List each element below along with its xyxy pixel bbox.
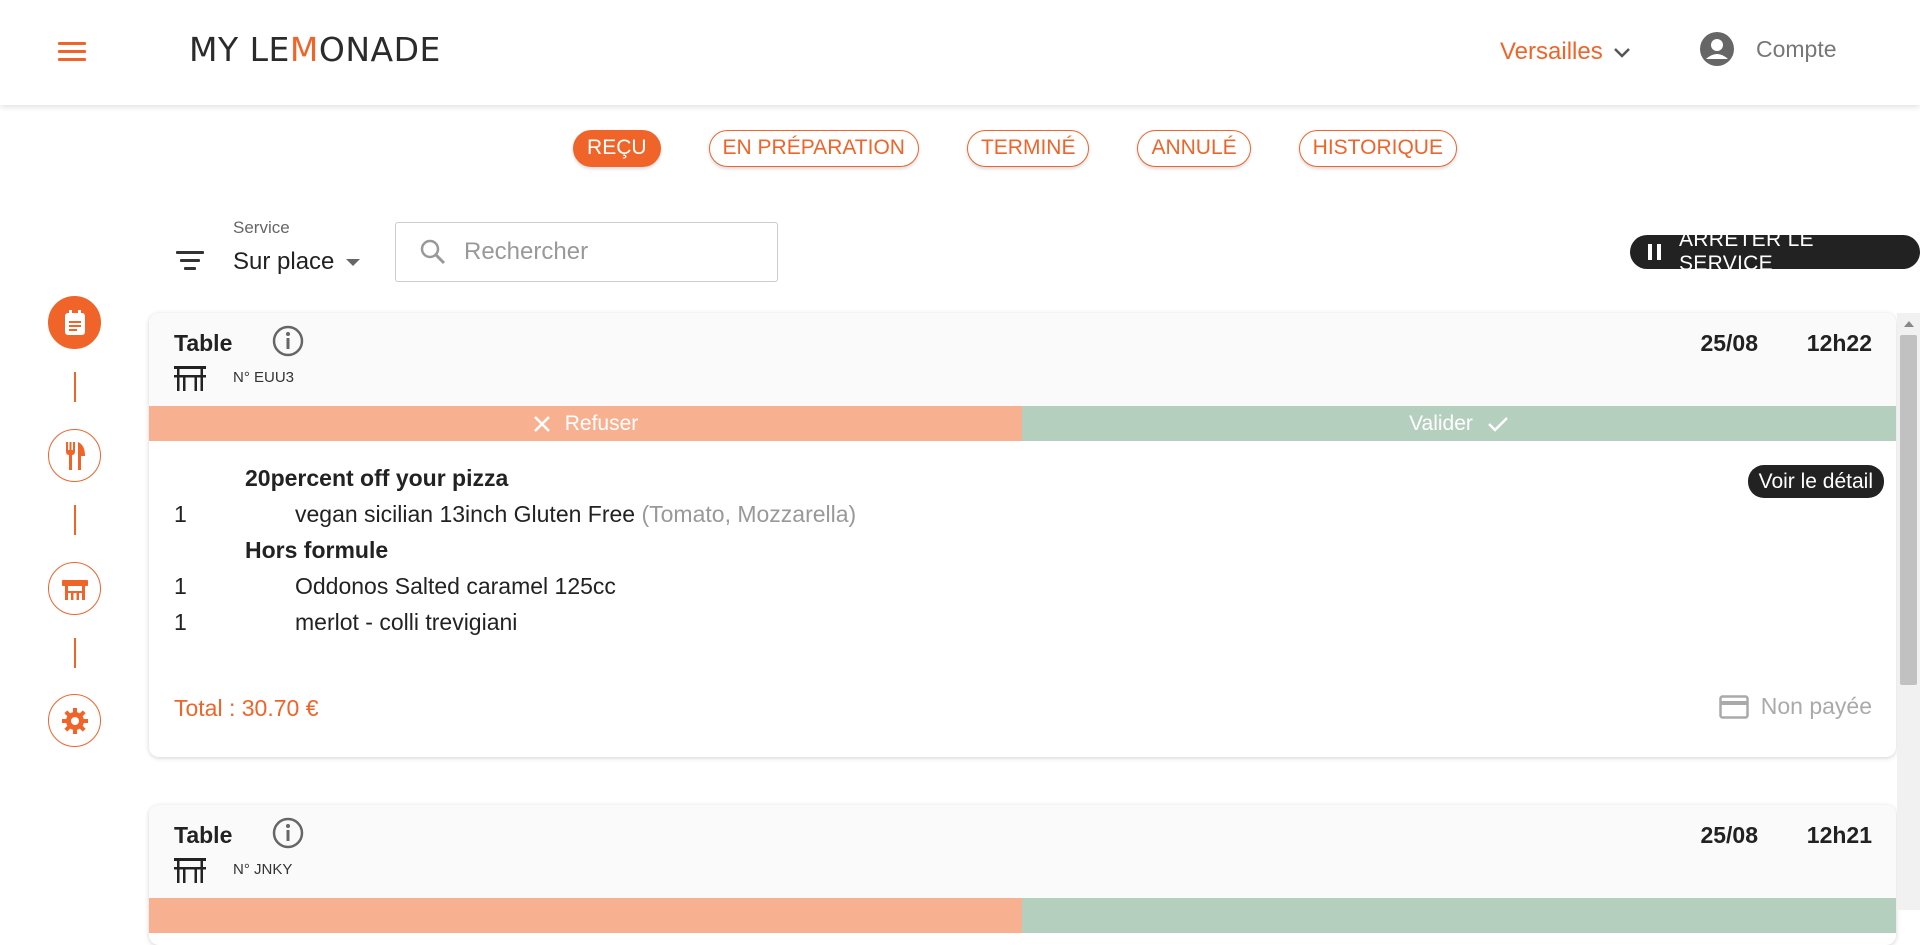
table-icon — [61, 579, 88, 600]
payment-label: Non payée — [1760, 693, 1872, 719]
order-time: 12h21 — [1806, 822, 1872, 848]
order-type: Table — [174, 822, 233, 848]
status-tabs: REÇU EN PRÉPARATION TERMINÉ ANNULÉ HISTO… — [0, 130, 1920, 167]
item-name: vegan sicilian 13inch Gluten Free (Tomat… — [295, 501, 856, 528]
item-qty: 1 — [174, 573, 187, 599]
tab-recu[interactable]: REÇU — [573, 130, 661, 167]
order-card: Table N° JNKY 25/08 12h21 — [149, 805, 1896, 945]
orders-icon — [64, 309, 85, 335]
item-name: merlot - colli trevigiani — [295, 609, 518, 635]
info-icon[interactable] — [272, 817, 304, 849]
rail-menu-button[interactable] — [48, 429, 101, 482]
item-label: vegan sicilian 13inch Gluten Free — [295, 501, 636, 527]
rail-divider — [74, 638, 76, 668]
order-time: 12h22 — [1806, 330, 1872, 356]
service-label: Service — [233, 218, 290, 237]
top-bar: MY LEMONADE Versailles Compte — [0, 0, 1920, 105]
order-actions: Refuser Valider — [149, 406, 1896, 441]
account-label: Compte — [1756, 35, 1837, 62]
stop-service-label: ARRÊTER LE SERVICE — [1679, 228, 1814, 275]
payment-status: Non payée — [1719, 693, 1872, 720]
gear-icon — [61, 707, 88, 734]
close-icon — [533, 415, 550, 432]
caret-down-icon — [346, 258, 361, 266]
credit-card-icon — [1719, 694, 1749, 719]
rail-divider — [74, 372, 76, 402]
cutlery-icon — [65, 441, 85, 470]
order-date: 25/08 — [1700, 822, 1758, 848]
item-qty: 1 — [174, 609, 187, 635]
scroll-thumb[interactable] — [1900, 335, 1917, 685]
service-select[interactable]: Sur place — [233, 248, 361, 276]
validate-label: Valider — [1409, 411, 1473, 435]
group-title: Hors formule — [245, 537, 389, 563]
order-header: Table N° JNKY 25/08 12h21 — [149, 805, 1896, 898]
item-options: (Tomato, Mozzarella) — [641, 501, 857, 527]
chevron-down-icon — [1613, 48, 1630, 58]
search-input[interactable] — [464, 238, 764, 266]
search-box — [395, 222, 778, 282]
tab-en-preparation[interactable]: EN PRÉPARATION — [708, 130, 919, 167]
group-title: 20percent off your pizza — [245, 465, 509, 491]
order-actions — [149, 898, 1896, 933]
search-icon — [420, 239, 446, 265]
item-name: Oddonos Salted caramel 125cc — [295, 573, 616, 599]
order-total: Total : 30.70 € — [174, 695, 319, 721]
order-header: Table N° EUU3 25/08 12h22 — [149, 313, 1896, 406]
item-qty: 1 — [174, 501, 187, 527]
pause-icon — [1648, 244, 1661, 260]
logo: MY LEMONADE — [189, 30, 441, 69]
service-value: Sur place — [233, 248, 335, 275]
order-date: 25/08 — [1700, 330, 1758, 356]
refuse-button[interactable]: Refuser — [149, 406, 1022, 441]
order-type: Table — [174, 330, 233, 356]
rail-tables-button[interactable] — [48, 562, 101, 615]
tab-annule[interactable]: ANNULÉ — [1137, 130, 1251, 167]
city-selector[interactable]: Versailles — [1500, 38, 1631, 66]
menu-icon[interactable] — [58, 42, 86, 62]
table-number: N° JNKY — [233, 861, 293, 878]
scroll-up-icon[interactable] — [1904, 321, 1914, 327]
order-card: Table N° EUU3 25/08 12h22 Refuser Valide… — [149, 313, 1896, 757]
rail-settings-button[interactable] — [48, 694, 101, 747]
filter-icon[interactable] — [176, 251, 204, 275]
validate-button[interactable] — [1022, 898, 1896, 933]
order-body: Voir le détail 20percent off your pizza … — [149, 441, 1896, 757]
tab-termine[interactable]: TERMINÉ — [966, 130, 1090, 167]
account-icon — [1700, 32, 1734, 66]
validate-button[interactable]: Valider — [1022, 406, 1896, 441]
stop-service-button[interactable]: ARRÊTER LE SERVICE — [1630, 228, 1920, 275]
check-icon — [1488, 416, 1508, 432]
table-icon — [174, 858, 206, 883]
rail-divider — [74, 505, 76, 535]
view-detail-button[interactable]: Voir le détail — [1747, 465, 1884, 498]
city-label: Versailles — [1500, 38, 1603, 65]
tab-historique[interactable]: HISTORIQUE — [1298, 130, 1457, 167]
refuse-button[interactable] — [149, 898, 1022, 933]
account-menu[interactable]: Compte — [1700, 32, 1837, 66]
rail-orders-button[interactable] — [48, 296, 101, 349]
info-icon[interactable] — [272, 325, 304, 357]
scrollbar[interactable] — [1897, 313, 1920, 910]
table-number: N° EUU3 — [233, 369, 295, 386]
refuse-label: Refuser — [564, 411, 639, 435]
table-icon — [174, 366, 206, 391]
